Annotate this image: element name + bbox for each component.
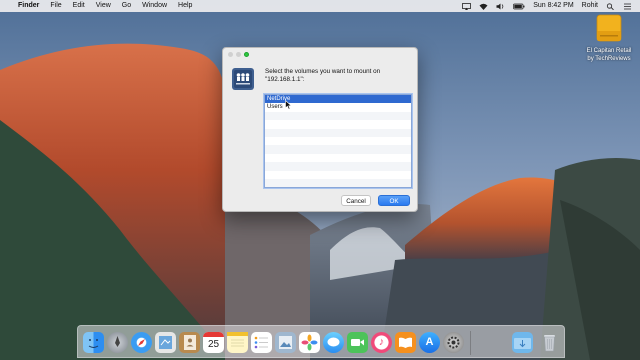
dock-system-preferences[interactable]: [443, 332, 464, 353]
empty-row: [265, 154, 411, 162]
menu-user[interactable]: Rohit: [582, 0, 598, 12]
window-close-button[interactable]: [228, 52, 233, 57]
photos-icon: [301, 334, 318, 351]
dock-launchpad[interactable]: [107, 332, 128, 353]
finder-icon: [88, 339, 99, 348]
dock-trash[interactable]: [539, 332, 560, 353]
dock-reminders[interactable]: [251, 332, 272, 353]
gear-icon: [447, 336, 460, 349]
dock-mail[interactable]: [155, 332, 176, 353]
ok-button[interactable]: OK: [378, 195, 410, 206]
spotlight-icon[interactable]: [606, 2, 615, 10]
prompt-line1: Select the volumes you want to mount on: [265, 68, 381, 75]
dock-notes[interactable]: [227, 332, 248, 353]
menu-clock[interactable]: Sun 8:42 PM: [533, 0, 573, 12]
book-icon: [399, 337, 412, 348]
compass-icon: [138, 339, 145, 346]
dock-downloads[interactable]: [512, 332, 533, 353]
dock-facetime[interactable]: [347, 332, 368, 353]
menu-bar: Finder File Edit View Go Window Help Sun…: [0, 0, 640, 12]
prompt-line2: "192.168.1.1":: [265, 76, 305, 83]
dock-safari[interactable]: [131, 332, 152, 353]
dock-messages[interactable]: [323, 332, 344, 353]
dock-app-store[interactable]: A: [419, 332, 440, 353]
mouse-pointer-icon: [285, 100, 292, 110]
airplay-icon[interactable]: [462, 2, 472, 10]
video-camera-icon: [351, 339, 364, 346]
empty-row: [265, 171, 411, 179]
empty-row: [265, 145, 411, 154]
drive-label[interactable]: El Capitan Retail by TechReviews: [578, 47, 640, 63]
empty-row: [265, 178, 411, 187]
battery-icon[interactable]: [513, 3, 525, 10]
reminders-icon: [254, 336, 268, 349]
empty-row: [265, 128, 411, 137]
window-minimize-button[interactable]: [236, 52, 241, 57]
menu-app-finder[interactable]: Finder: [18, 0, 39, 12]
speech-bubble-icon: [327, 337, 340, 347]
stamp-icon: [159, 336, 172, 349]
music-note-icon: ♪: [378, 336, 385, 348]
contacts-icon: [184, 335, 196, 350]
mount-volumes-dialog: Select the volumes you want to mount on …: [222, 47, 418, 212]
app-store-icon: A: [425, 336, 434, 348]
notes-icon: [227, 332, 248, 347]
volume-icon[interactable]: [496, 3, 505, 10]
dock-photos[interactable]: [299, 332, 320, 353]
rocket-icon: [115, 336, 120, 347]
dock-separator: [470, 331, 471, 355]
empty-row: [265, 137, 411, 145]
menu-edit[interactable]: Edit: [73, 0, 85, 12]
dock-preview[interactable]: [275, 332, 296, 353]
network-server-icon: [232, 68, 254, 90]
menu-go[interactable]: Go: [122, 0, 131, 12]
menu-help[interactable]: Help: [178, 0, 192, 12]
drive-label-line2: by TechReviews: [587, 56, 631, 62]
wifi-icon[interactable]: [479, 3, 488, 10]
dock-contacts[interactable]: [179, 332, 200, 353]
empty-row: [265, 120, 411, 128]
dock: 25 ♪ A: [77, 325, 565, 358]
dock-calendar[interactable]: 25: [203, 332, 224, 353]
external-drive-icon[interactable]: [596, 14, 622, 42]
drive-label-line1: El Capitan Retail: [586, 48, 632, 54]
dock-itunes[interactable]: ♪: [371, 332, 392, 353]
menu-window[interactable]: Window: [142, 0, 167, 12]
dock-ibooks[interactable]: [395, 332, 416, 353]
cancel-button[interactable]: Cancel: [341, 195, 371, 206]
dialog-prompt: Select the volumes you want to mount on …: [265, 68, 413, 84]
notification-center-icon[interactable]: [623, 3, 632, 10]
calendar-day: 25: [207, 339, 220, 350]
window-zoom-button[interactable]: [244, 52, 249, 57]
preview-icon: [279, 336, 292, 349]
menu-file[interactable]: File: [50, 0, 61, 12]
empty-row: [265, 162, 411, 171]
dock-finder[interactable]: [83, 332, 104, 353]
downloads-folder-icon: [514, 338, 531, 349]
trash-icon: [544, 335, 555, 352]
empty-row: [265, 111, 411, 121]
menu-view[interactable]: View: [96, 0, 111, 12]
